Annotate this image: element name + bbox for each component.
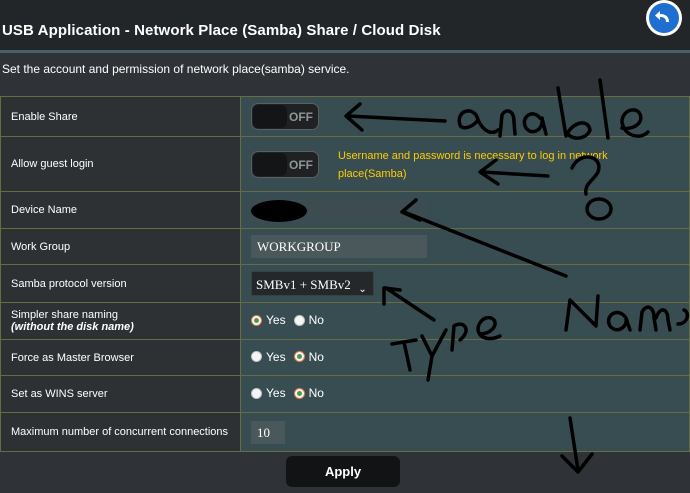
chevron-down-icon: ⌄ <box>358 284 367 295</box>
settings-table: Enable Share OFF Allow guest login OFF U… <box>0 96 690 452</box>
row-samba-version: Samba protocol version SMBv1 + SMBv2 ⌄ <box>0 264 690 303</box>
max-connections-cell: 10 <box>240 412 690 452</box>
back-button[interactable] <box>646 0 682 36</box>
row-master-browser: Force as Master Browser Yes No <box>0 339 690 376</box>
radio-yes-label: Yes <box>266 349 286 364</box>
master-browser-yes-radio[interactable] <box>251 351 262 363</box>
toggle-knob <box>253 105 287 128</box>
row-wins-server: Set as WINS server Yes No <box>0 375 690 413</box>
simpler-naming-no-radio[interactable] <box>293 314 305 326</box>
wins-server-no-radio[interactable] <box>293 387 305 399</box>
enable-share-toggle[interactable]: OFF <box>251 103 319 130</box>
page-description: Set the account and permission of networ… <box>2 62 350 76</box>
simpler-naming-sublabel: (without the disk name) <box>11 321 134 333</box>
max-connections-label: Maximum number of concurrent connections <box>0 412 241 452</box>
allow-guest-cell: OFF Username and password is necessary t… <box>240 136 690 192</box>
radio-no-label: No <box>308 349 324 364</box>
row-simpler-naming: Simpler share naming (without the disk n… <box>0 302 690 340</box>
master-browser-label: Force as Master Browser <box>0 339 241 376</box>
row-max-connections: Maximum number of concurrent connections… <box>0 412 690 452</box>
guest-login-hint: Username and password is necessary to lo… <box>338 150 608 180</box>
page-title: USB Application - Network Place (Samba) … <box>2 22 441 39</box>
header-divider <box>0 50 690 53</box>
wins-server-label: Set as WINS server <box>0 375 241 413</box>
apply-button[interactable]: Apply <box>286 456 400 487</box>
samba-version-selected: SMBv1 + SMBv2 <box>256 277 351 292</box>
samba-version-cell: SMBv1 + SMBv2 ⌄ <box>240 264 690 303</box>
toggle-state-text: OFF <box>289 157 313 172</box>
master-browser-no-radio[interactable] <box>293 351 305 363</box>
samba-version-label: Samba protocol version <box>0 264 241 303</box>
wins-server-cell: Yes No <box>240 375 690 413</box>
master-browser-cell: Yes No <box>240 339 690 376</box>
allow-guest-toggle[interactable]: OFF <box>251 150 319 178</box>
radio-yes-label: Yes <box>266 386 286 401</box>
row-enable-share: Enable Share OFF <box>0 96 690 137</box>
enable-share-label: Enable Share <box>0 96 241 137</box>
row-device-name: Device Name <box>0 191 690 229</box>
simpler-naming-title: Simpler share naming <box>11 309 118 321</box>
row-allow-guest: Allow guest login OFF Username and passw… <box>0 136 690 192</box>
radio-no-label: No <box>308 313 324 328</box>
redaction-blob <box>251 200 307 222</box>
row-work-group: Work Group WORKGROUP <box>0 228 690 265</box>
max-connections-input[interactable]: 10 <box>251 420 285 444</box>
samba-version-select[interactable]: SMBv1 + SMBv2 ⌄ <box>251 271 374 296</box>
work-group-label: Work Group <box>0 228 241 265</box>
toggle-state-text: OFF <box>289 110 313 124</box>
device-name-cell <box>240 191 690 229</box>
annotation-arrow <box>560 452 594 474</box>
wins-server-yes-radio[interactable] <box>251 387 262 399</box>
radio-yes-label: Yes <box>266 313 286 328</box>
simpler-naming-cell: Yes No <box>240 302 690 340</box>
enable-share-cell: OFF <box>240 96 690 137</box>
simpler-naming-label: Simpler share naming (without the disk n… <box>0 302 241 340</box>
work-group-cell: WORKGROUP <box>240 228 690 265</box>
device-name-label: Device Name <box>0 191 241 229</box>
allow-guest-label: Allow guest login <box>0 136 241 192</box>
simpler-naming-yes-radio[interactable] <box>251 314 262 326</box>
radio-no-label: No <box>308 386 324 401</box>
back-arrow-icon <box>649 3 679 33</box>
toggle-knob <box>253 152 287 176</box>
work-group-input[interactable]: WORKGROUP <box>251 235 427 258</box>
header-bar: USB Application - Network Place (Samba) … <box>0 0 690 50</box>
